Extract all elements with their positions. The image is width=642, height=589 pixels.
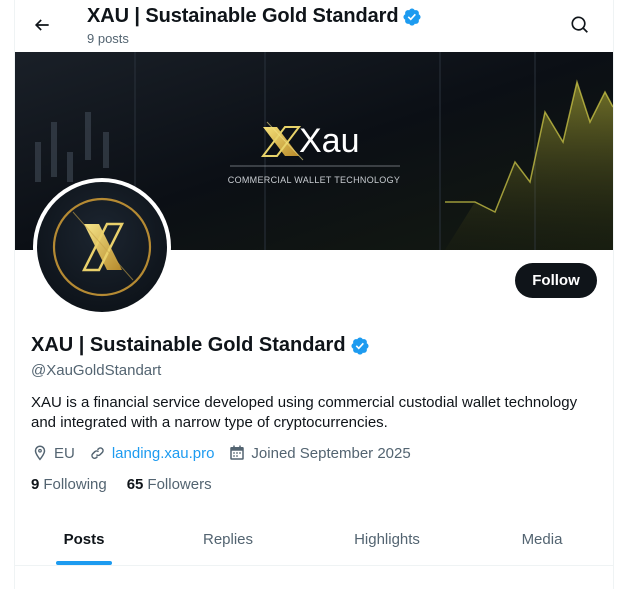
banner-tagline: COMMERCIAL WALLET TECHNOLOGY [228, 175, 400, 185]
post-count: 9 posts [87, 31, 129, 46]
following-count: 9 [31, 476, 40, 493]
joined-item: Joined September 2025 [228, 444, 411, 462]
header-title-row: XAU | Sustainable Gold Standard [87, 5, 422, 28]
followers-count: 65 [126, 476, 144, 493]
calendar-icon [230, 445, 245, 460]
tab-posts[interactable]: Posts [15, 513, 153, 565]
follow-counts: 9 Following 65 Followers [31, 476, 232, 493]
profile-tabs: Posts Replies Highlights Media [15, 513, 613, 566]
arrow-left-icon [34, 19, 49, 31]
link-icon [91, 447, 104, 459]
tab-label: Highlights [354, 530, 420, 548]
active-tab-indicator [56, 561, 112, 565]
followers-label: Followers [147, 476, 212, 493]
followers-link[interactable]: 65 Followers [127, 476, 212, 493]
verified-badge-icon[interactable] [350, 336, 370, 356]
website-link[interactable]: landing.xau.pro [112, 445, 215, 462]
joined-text: Joined September 2025 [251, 444, 411, 462]
profile-name: XAU | Sustainable Gold Standard [31, 334, 346, 356]
tab-label: Media [521, 530, 563, 548]
profile-header-bar: XAU | Sustainable Gold Standard 9 posts [15, 0, 613, 52]
tab-label: Replies [202, 530, 254, 548]
following-link[interactable]: 9 Following [31, 476, 107, 493]
search-icon [571, 16, 588, 33]
profile-bio: XAU is a financial service developed usi… [31, 394, 578, 431]
back-button[interactable] [25, 8, 59, 42]
profile-column: XAU | Sustainable Gold Standard 9 posts [14, 0, 614, 589]
profile-handle: @XauGoldStandart [31, 362, 162, 379]
profile-meta: EU landing.xau.pro Joined September 2025 [31, 444, 425, 462]
location-pin-icon [34, 445, 46, 461]
avatar-image [37, 182, 167, 312]
location-text: EU [54, 444, 75, 462]
banner-logo-text: Xau [299, 122, 360, 160]
following-label: Following [43, 476, 107, 493]
website-item[interactable]: landing.xau.pro [89, 444, 215, 462]
tab-media[interactable]: Media [471, 513, 613, 565]
search-button[interactable] [563, 8, 597, 42]
follow-button[interactable]: Follow [515, 263, 597, 298]
profile-name-row: XAU | Sustainable Gold Standard [31, 334, 370, 357]
verified-badge-icon [402, 7, 422, 27]
tab-label: Posts [63, 530, 105, 548]
header-title: XAU | Sustainable Gold Standard [87, 5, 399, 27]
tab-replies[interactable]: Replies [153, 513, 303, 565]
location-item: EU [31, 444, 75, 462]
avatar[interactable] [33, 178, 171, 316]
tab-highlights[interactable]: Highlights [303, 513, 471, 565]
